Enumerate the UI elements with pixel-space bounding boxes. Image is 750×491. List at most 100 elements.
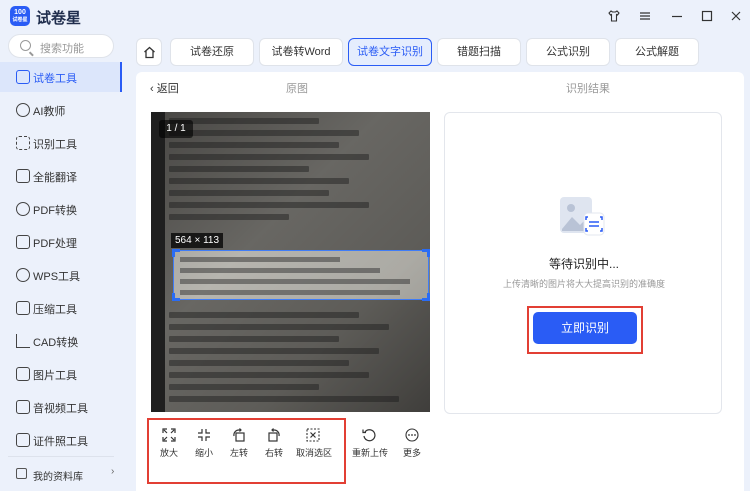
selection-size-badge: 564 × 113 [171, 233, 224, 248]
zoom-in-button[interactable]: 放大 [152, 424, 186, 470]
hamburger-icon[interactable] [638, 9, 652, 23]
image-icon [16, 367, 30, 381]
sidebar: 搜索功能 试卷工具 AI教师 识别工具 全能翻译 PDF转换 PDF处理 WPS… [0, 34, 122, 491]
sidebar-item-label: 压缩工具 [33, 304, 77, 316]
maximize-icon[interactable] [700, 9, 714, 23]
pdf-convert-icon [16, 202, 30, 216]
zoom-out-button[interactable]: 缩小 [187, 424, 221, 470]
image-recognize-icon [560, 197, 605, 236]
sidebar-item-label: 全能翻译 [33, 172, 77, 184]
original-header: 原图 [286, 83, 308, 95]
app-logo: 100 试卷星 [10, 6, 30, 26]
sidebar-item-label: PDF处理 [33, 238, 77, 250]
tab-wrong-question-scan[interactable]: 错题扫描 [437, 38, 521, 66]
tab-formula-recognition[interactable]: 公式识别 [526, 38, 610, 66]
sidebar-item-av-tools[interactable]: 音视频工具 [0, 392, 122, 422]
library-icon [16, 468, 27, 479]
tool-label: 缩小 [194, 448, 213, 458]
content-panel: ‹ 返回 原图 识别结果 1 / 1 564 × 113 放大 缩小 左转 右转… [136, 72, 744, 491]
sidebar-item-wps-tools[interactable]: WPS工具 [0, 260, 122, 290]
tool-label: 右转 [264, 448, 283, 458]
sidebar-item-label: 音视频工具 [33, 403, 88, 415]
page-indicator: 1 / 1 [159, 120, 193, 138]
tab-exam-restore[interactable]: 试卷还原 [170, 38, 254, 66]
sidebar-item-compress-tools[interactable]: 压缩工具 [0, 293, 122, 323]
sidebar-item-recognition-tools[interactable]: 识别工具 [0, 128, 122, 158]
logo-text-top: 100 [14, 9, 26, 16]
tool-label: 取消选区 [296, 448, 333, 458]
minimize-icon[interactable] [670, 9, 684, 23]
waiting-status: 等待识别中... [548, 257, 619, 271]
re-upload-icon [362, 429, 376, 442]
original-image-viewer[interactable]: 1 / 1 564 × 113 [151, 112, 430, 412]
cad-icon [16, 334, 30, 348]
rotate-right-icon [268, 428, 280, 442]
scan-icon [16, 136, 30, 150]
tool-label: 更多 [402, 448, 421, 458]
search-placeholder: 搜索功能 [40, 43, 84, 55]
selection-mask [151, 250, 173, 300]
sidebar-item-label: 图片工具 [33, 370, 77, 382]
home-icon [144, 46, 155, 59]
app-title: 试卷星 [36, 10, 82, 27]
selection-handle[interactable] [422, 249, 430, 257]
selection-handle[interactable] [172, 249, 180, 257]
sidebar-item-label: 识别工具 [33, 139, 77, 151]
video-icon [16, 400, 30, 414]
sidebar-divider [8, 456, 114, 457]
main-area: 试卷还原 试卷转Word 试卷文字识别 错题扫描 公式识别 公式解题 ‹ 返回 … [126, 34, 750, 491]
back-button[interactable]: ‹ 返回 [150, 80, 179, 96]
re-upload-button[interactable]: 重新上传 [352, 424, 388, 470]
pdf-process-icon [16, 235, 30, 249]
sidebar-item-ai-teacher[interactable]: AI教师 [0, 95, 122, 125]
tool-label: 放大 [159, 448, 178, 458]
rotate-left-button[interactable]: 左转 [222, 424, 256, 470]
sidebar-item-pdf-process[interactable]: PDF处理 [0, 227, 122, 257]
id-photo-icon [16, 433, 30, 447]
wps-icon [16, 268, 30, 282]
home-button[interactable] [136, 38, 162, 66]
sidebar-item-exam-tools[interactable]: 试卷工具 [0, 62, 122, 92]
search-icon [20, 40, 31, 51]
selection-handle[interactable] [172, 293, 180, 301]
more-button[interactable]: 更多 [395, 424, 429, 470]
sidebar-item-pdf-convert[interactable]: PDF转换 [0, 194, 122, 224]
ai-teacher-icon [16, 103, 30, 117]
result-header: 识别结果 [566, 83, 610, 95]
tab-exam-to-word[interactable]: 试卷转Word [259, 38, 343, 66]
sidebar-item-label: CAD转换 [33, 337, 79, 349]
sidebar-item-id-photo[interactable]: 证件照工具 [0, 425, 122, 455]
zoom-in-icon [162, 428, 176, 442]
my-library-button[interactable]: 我的资料库 › [0, 462, 122, 486]
more-icon [405, 428, 419, 442]
sidebar-item-label: PDF转换 [33, 205, 77, 217]
recognize-now-button[interactable]: 立即识别 [533, 312, 637, 344]
selection-box[interactable] [172, 249, 430, 301]
back-label: 返回 [156, 83, 179, 95]
shirt-icon[interactable] [607, 9, 621, 23]
close-icon[interactable] [729, 9, 743, 23]
sidebar-item-label: 试卷工具 [33, 73, 77, 85]
sidebar-item-cad-convert[interactable]: CAD转换 [0, 326, 122, 356]
tab-exam-text-recognition[interactable]: 试卷文字识别 [348, 38, 432, 66]
sidebar-item-label: 证件照工具 [33, 436, 88, 448]
sidebar-item-translate[interactable]: 全能翻译 [0, 161, 122, 191]
chevron-right-icon: › [111, 466, 115, 477]
sidebar-item-label: WPS工具 [33, 271, 81, 283]
cancel-selection-icon [306, 428, 320, 442]
search-input[interactable]: 搜索功能 [8, 34, 114, 58]
rotate-right-button[interactable]: 右转 [257, 424, 291, 470]
tool-label: 左转 [229, 448, 248, 458]
selection-mask [151, 300, 430, 412]
library-label: 我的资料库 [33, 472, 83, 483]
result-panel: 等待识别中... 上传清晰的图片将大大提高识别的准确度 立即识别 [444, 112, 722, 414]
title-bar: 100 试卷星 试卷星 [0, 0, 750, 34]
tab-formula-solving[interactable]: 公式解题 [615, 38, 699, 66]
sidebar-item-image-tools[interactable]: 图片工具 [0, 359, 122, 389]
layers-icon [16, 70, 30, 84]
logo-text-bottom: 试卷星 [12, 17, 28, 23]
zoom-out-icon [198, 429, 210, 441]
selection-handle[interactable] [422, 293, 430, 301]
compress-icon [16, 301, 30, 315]
cancel-selection-button[interactable]: 取消选区 [296, 424, 333, 470]
